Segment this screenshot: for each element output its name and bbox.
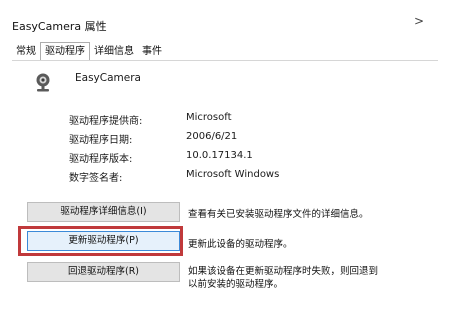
driver-provider-label: 驱动程序提供商: xyxy=(69,116,143,127)
rollback-driver-button[interactable]: 回退驱动程序(R) xyxy=(27,262,180,282)
device-name: EasyCamera xyxy=(75,72,141,84)
driver-date-label: 驱动程序日期: xyxy=(69,135,133,146)
rollback-driver-description-line1: 如果该设备在更新驱动程序时失败，则回退到 xyxy=(188,266,379,277)
webcam-icon xyxy=(36,73,50,92)
tab-driver[interactable]: 驱动程序 xyxy=(40,42,90,61)
tab-strip: 常规 驱动程序 详细信息 事件 xyxy=(12,42,166,61)
driver-provider-value: Microsoft xyxy=(186,112,232,123)
driver-details-description: 查看有关已安装驱动程序文件的详细信息。 xyxy=(188,209,369,220)
tab-general[interactable]: 常规 xyxy=(12,44,40,60)
driver-version-value: 10.0.17134.1 xyxy=(186,150,253,161)
window-title: EasyCamera 属性 xyxy=(12,20,107,33)
properties-window: EasyCamera 属性 > 常规 驱动程序 详细信息 事件 EasyCame… xyxy=(0,0,451,310)
close-icon[interactable]: > xyxy=(414,14,424,28)
digital-signer-value: Microsoft Windows xyxy=(186,169,280,180)
rollback-driver-description-line2: 以前安装的驱动程序。 xyxy=(188,279,284,290)
update-driver-description: 更新此设备的驱动程序。 xyxy=(188,239,293,250)
digital-signer-label: 数字签名者: xyxy=(69,173,123,184)
driver-date-value: 2006/6/21 xyxy=(186,131,238,142)
driver-version-label: 驱动程序版本: xyxy=(69,154,133,165)
driver-details-button[interactable]: 驱动程序详细信息(I) xyxy=(27,202,180,222)
tab-details[interactable]: 详细信息 xyxy=(90,44,138,60)
tab-events[interactable]: 事件 xyxy=(138,44,166,60)
update-driver-button[interactable]: 更新驱动程序(P) xyxy=(27,231,180,251)
